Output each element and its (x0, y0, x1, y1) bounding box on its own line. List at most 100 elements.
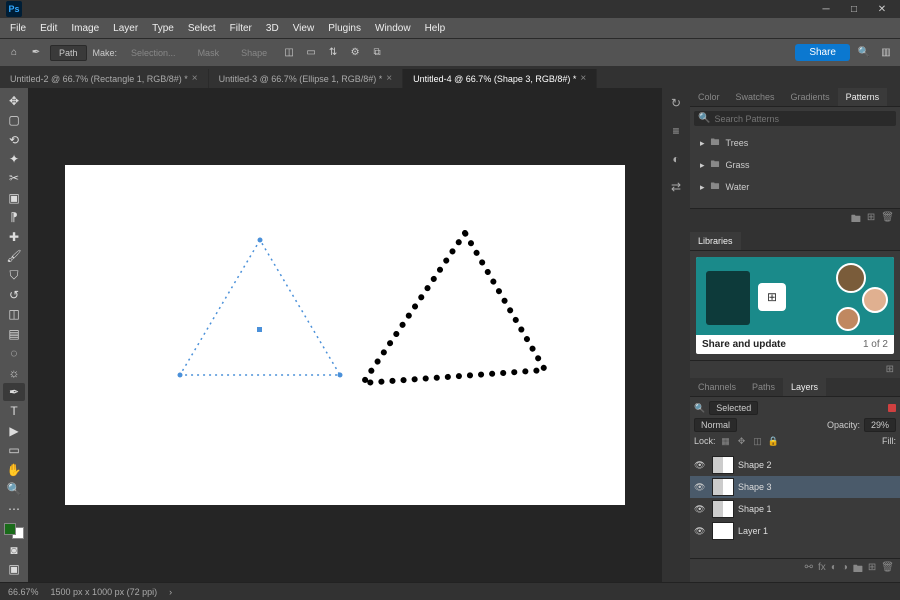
gradient-tool[interactable]: ▤ (3, 325, 25, 342)
close-button[interactable]: ✕ (868, 0, 896, 18)
type-tool[interactable]: T (3, 403, 25, 420)
color-swatches[interactable] (4, 523, 24, 539)
eyedropper-tool[interactable]: ⁋ (3, 209, 25, 226)
menu-layer[interactable]: Layer (107, 21, 144, 36)
brush-tool[interactable]: 🖌 (3, 247, 25, 264)
shape-selected-triangle[interactable] (175, 235, 345, 385)
group-icon[interactable]: 🖿 (853, 562, 863, 579)
blend-mode-select[interactable]: Normal (694, 418, 737, 432)
new-library-icon[interactable]: ⊞ (886, 364, 894, 375)
menu-type[interactable]: Type (146, 21, 180, 36)
lock-all-icon[interactable]: 🔒 (768, 435, 780, 447)
menu-plugins[interactable]: Plugins (322, 21, 367, 36)
menu-window[interactable]: Window (369, 21, 417, 36)
pen-tool[interactable]: ✒ (3, 383, 25, 400)
opacity-input[interactable]: 29% (864, 418, 896, 432)
heal-tool[interactable]: ✚ (3, 228, 25, 245)
mask-icon[interactable]: ◐ (831, 562, 837, 579)
eraser-tool[interactable]: ◫ (3, 306, 25, 323)
lock-position-icon[interactable]: ✥ (736, 435, 748, 447)
menu-filter[interactable]: Filter (224, 21, 258, 36)
chevron-right-icon[interactable]: › (169, 587, 172, 597)
adjustment-icon[interactable]: ◑ (842, 562, 848, 579)
properties-icon[interactable]: ≡ (672, 124, 679, 138)
make-selection-button[interactable]: Selection... (123, 46, 184, 60)
filter-toggle[interactable] (888, 404, 896, 412)
move-tool[interactable]: ✥ (3, 92, 25, 109)
dodge-tool[interactable]: ☼ (3, 364, 25, 381)
visibility-icon[interactable]: 👁 (694, 504, 708, 515)
trash-icon[interactable]: 🗑 (881, 562, 894, 579)
align-icon[interactable]: ▭ (303, 45, 319, 61)
blur-tool[interactable]: ◌ (3, 344, 25, 361)
minimize-button[interactable]: ─ (812, 0, 840, 18)
menu-image[interactable]: Image (65, 21, 105, 36)
close-icon[interactable]: × (386, 73, 392, 84)
menu-help[interactable]: Help (419, 21, 452, 36)
document-tab[interactable]: Untitled-2 @ 66.7% (Rectangle 1, RGB/8#)… (0, 69, 209, 88)
new-folder-icon[interactable]: 🖿 (851, 212, 861, 229)
crop-tool[interactable]: ✂ (3, 170, 25, 187)
wand-tool[interactable]: ✦ (3, 150, 25, 167)
gear-icon[interactable]: ⚙ (347, 45, 363, 61)
tab-paths[interactable]: Paths (744, 378, 783, 396)
share-button[interactable]: Share (795, 44, 850, 61)
adjustments-icon[interactable]: ◐ (672, 152, 679, 166)
pattern-folder[interactable]: ▸🖿Trees (698, 132, 892, 154)
edit-toolbar[interactable]: ⋯ (3, 500, 25, 517)
lock-pixels-icon[interactable]: ▦ (720, 435, 732, 447)
workspace-icon[interactable]: ▥ (878, 45, 894, 61)
visibility-icon[interactable]: 👁 (694, 526, 708, 537)
layer-row[interactable]: 👁 Layer 1 (690, 520, 900, 542)
fx-icon[interactable]: fx (818, 562, 826, 579)
layer-filter-select[interactable]: Selected (709, 401, 758, 415)
visibility-icon[interactable]: 👁 (694, 482, 708, 493)
document-tab[interactable]: Untitled-3 @ 66.7% (Ellipse 1, RGB/8#) *… (209, 69, 404, 88)
tab-libraries[interactable]: Libraries (690, 232, 741, 250)
libraries-card[interactable]: ⊞ Share and update 1 of 2 (696, 257, 894, 354)
maximize-button[interactable]: □ (840, 0, 868, 18)
frame-tool[interactable]: ▣ (3, 189, 25, 206)
menu-3d[interactable]: 3D (260, 21, 285, 36)
make-shape-button[interactable]: Shape (233, 46, 275, 60)
arrange-icon[interactable]: ⇅ (325, 45, 341, 61)
close-icon[interactable]: × (580, 73, 586, 84)
shape-dotted-triangle[interactable] (355, 225, 555, 395)
layer-row[interactable]: 👁 Shape 3 (690, 476, 900, 498)
doc-dimensions[interactable]: 1500 px x 1000 px (72 ppi) (51, 587, 158, 597)
visibility-icon[interactable]: 👁 (694, 460, 708, 471)
history-brush-tool[interactable]: ↺ (3, 286, 25, 303)
menu-select[interactable]: Select (182, 21, 222, 36)
document-tab[interactable]: Untitled-4 @ 66.7% (Shape 3, RGB/8#) *× (403, 69, 597, 88)
new-item-icon[interactable]: ⊞ (867, 212, 875, 229)
hand-tool[interactable]: ✋ (3, 461, 25, 478)
menu-view[interactable]: View (287, 21, 321, 36)
new-layer-icon[interactable]: ⊞ (868, 562, 876, 579)
patterns-search-input[interactable] (714, 114, 892, 124)
brushes-icon[interactable]: ⇄ (671, 180, 681, 194)
tool-mode-select[interactable]: Path (50, 45, 87, 61)
tab-swatches[interactable]: Swatches (728, 88, 783, 106)
history-icon[interactable]: ↻ (671, 96, 681, 110)
close-icon[interactable]: × (192, 73, 198, 84)
layer-row[interactable]: 👁 Shape 1 (690, 498, 900, 520)
foreground-swatch[interactable] (4, 523, 16, 535)
tab-layers[interactable]: Layers (783, 378, 826, 396)
zoom-tool[interactable]: 🔍 (3, 480, 25, 497)
marquee-tool[interactable]: ▢ (3, 111, 25, 128)
pattern-folder[interactable]: ▸🖿Grass (698, 154, 892, 176)
canvas-area[interactable] (28, 88, 662, 582)
tab-patterns[interactable]: Patterns (838, 88, 888, 106)
lock-artboard-icon[interactable]: ◫ (752, 435, 764, 447)
home-icon[interactable]: ⌂ (6, 45, 22, 61)
quickmask-tool[interactable]: ◙ (3, 541, 25, 558)
tab-gradients[interactable]: Gradients (783, 88, 838, 106)
screenmode-tool[interactable]: ▣ (3, 561, 25, 578)
trash-icon[interactable]: 🗑 (881, 212, 894, 229)
shape-tool[interactable]: ▭ (3, 442, 25, 459)
pattern-folder[interactable]: ▸🖿Water (698, 176, 892, 198)
path-select-tool[interactable]: ▶ (3, 422, 25, 439)
layer-row[interactable]: 👁 Shape 2 (690, 454, 900, 476)
tab-color[interactable]: Color (690, 88, 728, 106)
menu-edit[interactable]: Edit (34, 21, 63, 36)
